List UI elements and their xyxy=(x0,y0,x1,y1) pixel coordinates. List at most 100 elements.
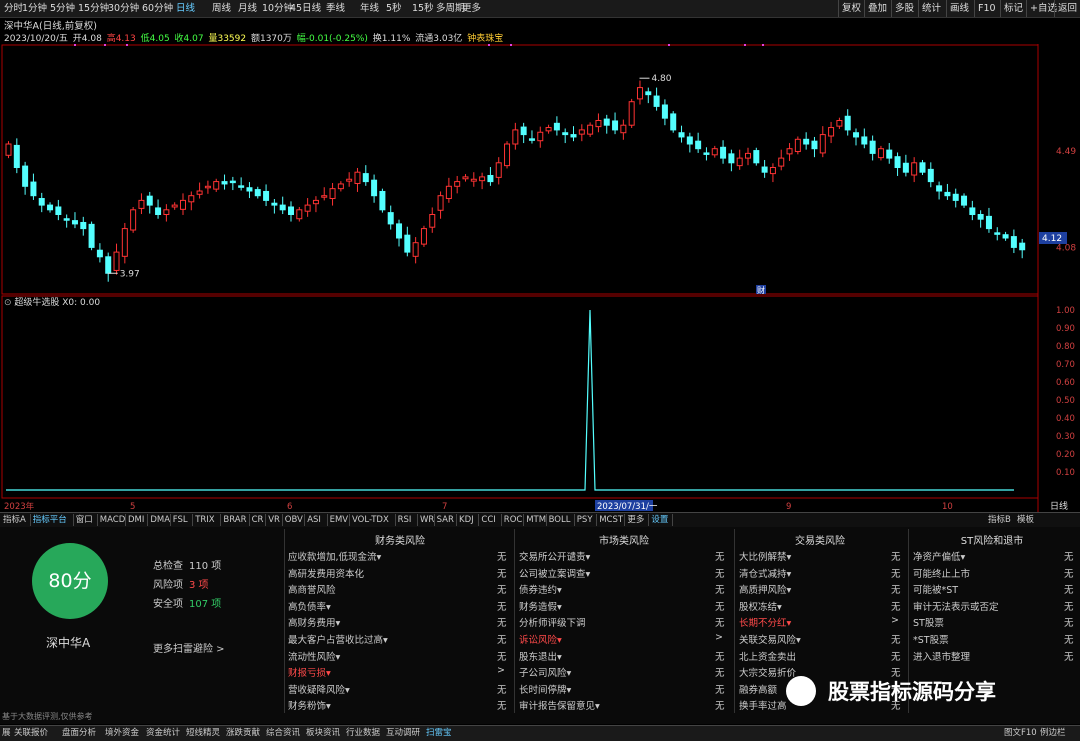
more-scan-link[interactable]: 更多扫雷避险 > xyxy=(153,640,225,655)
indicator-tab-25[interactable]: 更多 xyxy=(627,513,644,527)
indicator-tab-17[interactable]: SAR xyxy=(437,513,454,527)
indicator-tab-11[interactable]: OBV xyxy=(285,513,303,527)
risk-item[interactable]: 债券违约▾ xyxy=(519,582,562,596)
indicator-tab-22[interactable]: BOLL xyxy=(549,513,571,527)
risk-item[interactable]: 营收疑降风险▾ xyxy=(288,682,350,696)
status-tab-7[interactable]: 综合资讯 xyxy=(266,726,300,741)
risk-item[interactable]: 子公司风险▾ xyxy=(519,665,571,679)
period-tab-13[interactable]: 5秒 xyxy=(386,0,402,17)
period-tab-12[interactable]: 年线 xyxy=(360,0,379,17)
risk-item[interactable]: 可能被*ST xyxy=(913,582,958,596)
risk-item[interactable]: 应收款增加,低现金流▾ xyxy=(288,549,381,563)
toolbar-button-4[interactable]: 画线 xyxy=(946,0,972,17)
period-tab-6[interactable]: 日线 xyxy=(176,0,195,17)
status-tab-5[interactable]: 短线精灵 xyxy=(186,726,220,741)
indicator-tab-13[interactable]: EMV xyxy=(330,513,349,527)
period-tab-3[interactable]: 15分钟 xyxy=(78,0,109,17)
risk-item[interactable]: 股权冻结▾ xyxy=(739,599,782,613)
indicator-tab-26[interactable]: 设置 xyxy=(651,513,668,527)
period-tab-0[interactable]: 分时 xyxy=(4,0,23,17)
indicator-tab-3[interactable]: MACD xyxy=(100,513,125,527)
indicator-tab-16[interactable]: WR xyxy=(420,513,434,527)
toolbar-button-6[interactable]: 标记 xyxy=(1000,0,1026,17)
period-tab-11[interactable]: 季线 xyxy=(326,0,345,17)
indicator-tab-6[interactable]: FSL xyxy=(173,513,188,527)
risk-item[interactable]: 最大客户占营收比过高▾ xyxy=(288,632,388,646)
toolbar-button-8[interactable]: 返回 xyxy=(1054,0,1080,17)
period-tab-5[interactable]: 60分钟 xyxy=(142,0,173,17)
risk-item[interactable]: 高研发费用资本化 xyxy=(288,566,364,580)
risk-item[interactable]: 关联交易风险▾ xyxy=(739,632,801,646)
indicator-tab-4[interactable]: DMI xyxy=(128,513,144,527)
period-tab-9[interactable]: 10分钟 xyxy=(262,0,293,17)
risk-item[interactable]: 大比例解禁▾ xyxy=(739,549,791,563)
indicator-tab-9[interactable]: CR xyxy=(252,513,264,527)
status-tab-4[interactable]: 资金统计 xyxy=(146,726,180,741)
risk-item[interactable]: 流动性风险▾ xyxy=(288,649,340,663)
indicator-tab-23[interactable]: PSY xyxy=(577,513,593,527)
risk-item[interactable]: 高商誉风险 xyxy=(288,582,336,596)
toolbar-button-3[interactable]: 统计 xyxy=(918,0,944,17)
risk-item[interactable]: 公司被立案调查▾ xyxy=(519,566,590,580)
indicator-right-tab-1[interactable]: 模板 xyxy=(1017,513,1034,527)
toolbar-button-5[interactable]: F10 xyxy=(974,0,999,17)
collapse-icon[interactable]: ⊙ xyxy=(4,298,14,308)
risk-item[interactable]: 大宗交易折价 xyxy=(739,665,796,679)
risk-item[interactable]: 财务粉饰▾ xyxy=(288,698,331,712)
status-tab-2[interactable]: 盘面分析 xyxy=(62,726,96,741)
risk-item[interactable]: 融券高额 xyxy=(739,682,777,696)
indicator-tab-21[interactable]: MTM xyxy=(526,513,546,527)
risk-item[interactable]: 审计报告保留意见▾ xyxy=(519,698,600,712)
risk-item[interactable]: 股东退出▾ xyxy=(519,649,562,663)
period-tab-1[interactable]: 1分钟 xyxy=(22,0,47,17)
indicator-tab-12[interactable]: ASI xyxy=(307,513,321,527)
risk-item[interactable]: 高财务费用▾ xyxy=(288,615,340,629)
risk-item[interactable]: 长时间停牌▾ xyxy=(519,682,571,696)
risk-item[interactable]: 高负债率▾ xyxy=(288,599,331,613)
status-tab-8[interactable]: 板块资讯 xyxy=(306,726,340,741)
indicator-tab-15[interactable]: RSI xyxy=(398,513,412,527)
indicator-tab-8[interactable]: BRAR xyxy=(223,513,246,527)
toolbar-button-1[interactable]: 叠加 xyxy=(864,0,890,17)
status-tab-9[interactable]: 行业数据 xyxy=(346,726,380,741)
status-tab-1[interactable]: 关联报价 xyxy=(14,726,48,741)
indicator-right-tab-0[interactable]: 指标B xyxy=(988,513,1011,527)
risk-item[interactable]: 净资产偏低▾ xyxy=(913,549,965,563)
period-tab-16[interactable]: 更多 xyxy=(462,0,481,17)
status-tab-3[interactable]: 境外资金 xyxy=(105,726,139,741)
period-tab-15[interactable]: 多周期 xyxy=(436,0,465,17)
quote-sector-tag[interactable]: 钟表珠宝 xyxy=(467,34,503,44)
status-tab-11[interactable]: 扫雷宝 xyxy=(426,726,452,741)
chart-area[interactable]: 4.49 4.084.12 4.80 3.97 财 1.00 0.90 0.80 0.70 0.… xyxy=(0,44,1080,512)
risk-item[interactable]: 审计无法表示或否定 xyxy=(913,599,999,613)
risk-item[interactable]: 诉讼风险▾ xyxy=(519,632,562,646)
toolbar-button-2[interactable]: 多股 xyxy=(891,0,917,17)
indicator-tab-7[interactable]: TRIX xyxy=(195,513,214,527)
risk-item[interactable]: 交易所公开谴责▾ xyxy=(519,549,590,563)
status-right-0[interactable]: 图文F10 xyxy=(1004,726,1037,741)
period-tab-14[interactable]: 15秒 xyxy=(412,0,434,17)
indicator-tab-14[interactable]: VOL-TDX xyxy=(352,513,389,527)
risk-item[interactable]: 清仓式减持▾ xyxy=(739,566,791,580)
risk-item[interactable]: 财报亏损▾ xyxy=(288,665,331,679)
risk-item[interactable]: 北上资金卖出 xyxy=(739,649,796,663)
indicator-tab-5[interactable]: DMA xyxy=(150,513,170,527)
period-tab-4[interactable]: 30分钟 xyxy=(108,0,139,17)
toolbar-button-0[interactable]: 复权 xyxy=(838,0,864,17)
indicator-tab-1[interactable]: 指标平台 xyxy=(33,513,67,527)
indicator-tab-24[interactable]: MCST xyxy=(599,513,623,527)
risk-item[interactable]: 可能终止上市 xyxy=(913,566,970,580)
indicator-tab-19[interactable]: CCI xyxy=(481,513,495,527)
risk-item[interactable]: 高质押风险▾ xyxy=(739,582,791,596)
status-tab-10[interactable]: 互动调研 xyxy=(386,726,420,741)
risk-item[interactable]: 换手率过高 xyxy=(739,698,787,712)
indicator-tab-18[interactable]: KDJ xyxy=(459,513,474,527)
status-tab-6[interactable]: 涨跌贡献 xyxy=(226,726,260,741)
indicator-tab-2[interactable]: 窗口 xyxy=(76,513,93,527)
risk-item[interactable]: 长期不分红▾ xyxy=(739,615,791,629)
indicator-tab-10[interactable]: VR xyxy=(268,513,280,527)
indicator-tab-20[interactable]: ROC xyxy=(504,513,523,527)
risk-item[interactable]: *ST股票 xyxy=(913,632,949,646)
risk-item[interactable]: 进入退市整理 xyxy=(913,649,970,663)
period-tab-7[interactable]: 周线 xyxy=(212,0,231,17)
